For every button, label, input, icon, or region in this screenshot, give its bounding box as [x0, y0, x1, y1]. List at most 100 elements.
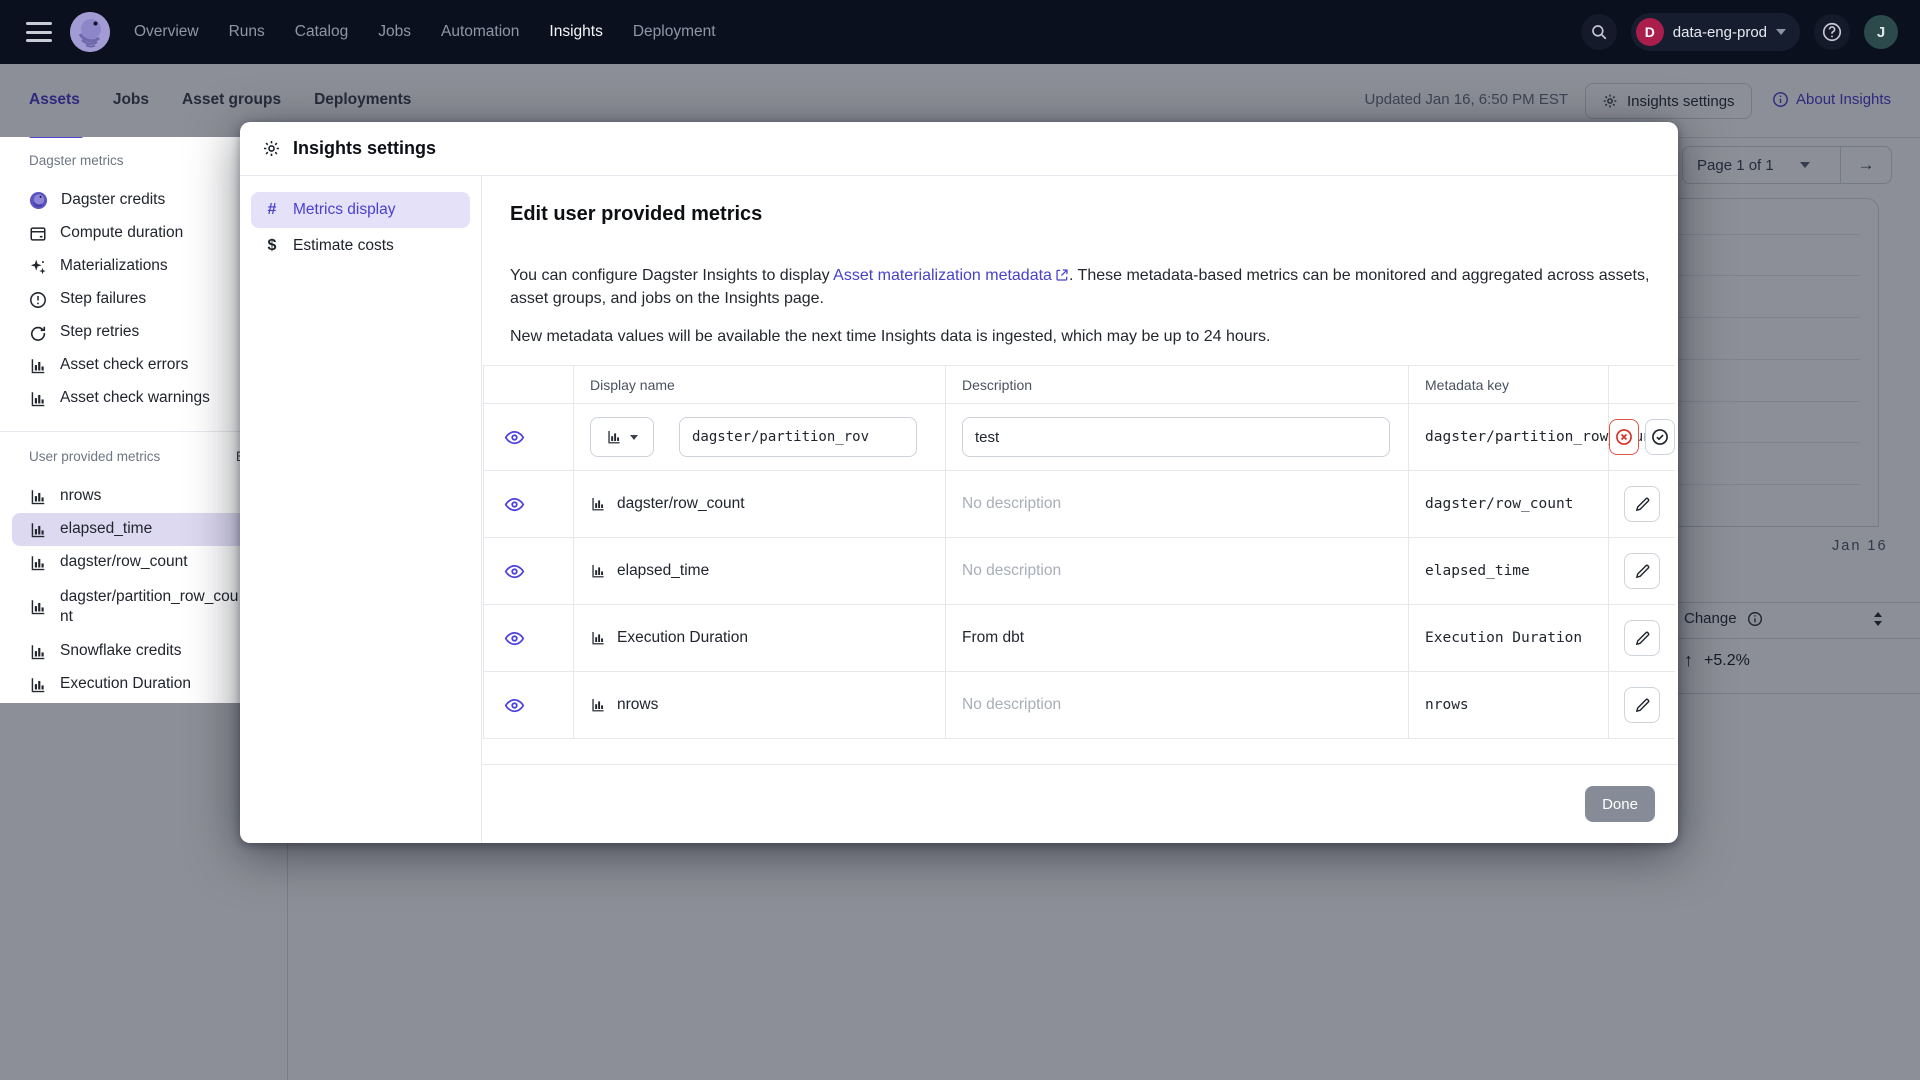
asset-materialization-metadata-link[interactable]: Asset materialization metadata — [833, 267, 1069, 284]
sidebar-section-title: Dagster metrics — [29, 153, 124, 168]
dagster-swirl-icon — [29, 191, 48, 210]
dialog-title: Insights settings — [293, 138, 437, 158]
table-cell-metadata-key: dagster/row_count — [1409, 471, 1609, 538]
table-cell-display-name: Execution Duration — [574, 605, 946, 672]
bar-chart-icon — [29, 488, 47, 506]
table-header-display-name: Display name — [574, 366, 946, 404]
note-paragraph: New metadata values will be available th… — [510, 328, 1271, 345]
table-cell-metadata-key: elapsed_time — [1409, 538, 1609, 605]
sparkles-icon — [29, 258, 47, 276]
table-header-visibility — [484, 366, 574, 404]
bar-chart-icon — [606, 429, 622, 445]
edit-row-button[interactable] — [1624, 553, 1660, 589]
menu-item-metrics-display[interactable]: # Metrics display — [251, 192, 470, 228]
eye-icon[interactable] — [504, 561, 525, 582]
bar-chart-icon — [29, 521, 47, 539]
bar-chart-icon — [29, 643, 47, 661]
display-name-text: dagster/row_count — [617, 495, 745, 512]
table-cell-description: No description — [946, 471, 1409, 538]
chevron-down-icon — [1776, 29, 1786, 35]
table-header-actions — [1609, 366, 1675, 404]
nav-item-automation[interactable]: Automation — [441, 23, 519, 41]
eye-icon[interactable] — [504, 427, 525, 448]
table-cell-actions — [1609, 471, 1675, 538]
eye-icon[interactable] — [504, 695, 525, 716]
edit-row-button[interactable] — [1624, 486, 1660, 522]
display-name-text: nrows — [617, 696, 659, 713]
nav-item-catalog[interactable]: Catalog — [295, 23, 348, 41]
metrics-table: Display name Description Metadata key da… — [483, 365, 1675, 739]
chevron-down-icon — [630, 434, 638, 440]
bar-chart-icon — [29, 390, 47, 408]
sidebar-section-title: User provided metrics Edit — [29, 448, 276, 464]
table-cell-actions — [1609, 672, 1675, 739]
bar-chart-icon — [590, 496, 606, 512]
sidebar-item-label: Materializations — [60, 257, 168, 275]
dialog-header: Insights settings — [240, 122, 1678, 176]
retry-icon — [29, 324, 47, 342]
table-row-visibility — [484, 672, 574, 739]
sidebar-item-label: Compute duration — [60, 224, 184, 242]
section-title-text: User provided metrics — [29, 448, 161, 464]
nav-item-insights[interactable]: Insights — [549, 23, 602, 41]
nav-right-cluster: D data-eng-prod J — [1580, 0, 1898, 64]
dialog-content: Edit user provided metrics You can confi… — [481, 176, 1678, 843]
nav-item-deployment[interactable]: Deployment — [633, 23, 716, 41]
bar-chart-icon — [29, 676, 47, 694]
window-icon — [29, 225, 47, 243]
intro-paragraph: You can configure Dagster Insights to di… — [510, 264, 1654, 310]
menu-item-estimate-costs[interactable]: $ Estimate costs — [251, 228, 470, 264]
eye-icon[interactable] — [504, 494, 525, 515]
hamburger-menu-icon[interactable] — [26, 22, 52, 42]
description-input[interactable] — [962, 417, 1390, 457]
sidebar-item-label: Asset check warnings — [60, 389, 210, 407]
bar-chart-icon — [29, 357, 47, 375]
table-cell-display-name: nrows — [574, 672, 946, 739]
edit-row-button[interactable] — [1624, 687, 1660, 723]
menu-item-label: Metrics display — [293, 201, 396, 218]
intro-text: You can configure Dagster Insights to di… — [510, 267, 834, 284]
dagster-logo[interactable] — [70, 12, 110, 52]
alert-circle-icon — [29, 291, 47, 309]
gear-icon — [262, 139, 281, 158]
insights-settings-dialog: Insights settings # Metrics display $ Es… — [240, 122, 1678, 843]
footer-divider — [481, 764, 1678, 765]
bar-chart-icon — [590, 563, 606, 579]
display-name-text: elapsed_time — [617, 562, 710, 579]
table-row-visibility — [484, 538, 574, 605]
nav-item-runs[interactable]: Runs — [229, 23, 265, 41]
content-heading: Edit user provided metrics — [510, 203, 763, 225]
table-cell-display-name: dagster/row_count — [574, 471, 946, 538]
display-name-input[interactable] — [679, 417, 917, 457]
sidebar-item-label: elapsed_time — [60, 520, 153, 538]
deployment-switcher[interactable]: D data-eng-prod — [1630, 13, 1800, 51]
table-row-visibility — [484, 471, 574, 538]
external-link-icon — [1055, 268, 1069, 282]
sidebar-item-label: Step failures — [60, 290, 147, 308]
dialog-menu: # Metrics display $ Estimate costs — [240, 176, 482, 843]
table-cell-display-name-edit — [574, 404, 946, 471]
done-button[interactable]: Done — [1585, 786, 1655, 822]
edit-row-button[interactable] — [1624, 620, 1660, 656]
table-cell-description: No description — [946, 538, 1409, 605]
help-button[interactable] — [1814, 14, 1850, 50]
table-cell-description: No description — [946, 672, 1409, 739]
deployment-name: data-eng-prod — [1672, 23, 1767, 41]
cancel-edit-button[interactable] — [1609, 419, 1639, 455]
user-avatar[interactable]: J — [1864, 15, 1898, 49]
menu-item-label: Estimate costs — [293, 237, 394, 254]
table-cell-description: From dbt — [946, 605, 1409, 672]
deployment-avatar: D — [1635, 18, 1664, 46]
search-button[interactable] — [1580, 14, 1617, 50]
sidebar-item-label: Dagster credits — [61, 191, 166, 209]
table-cell-actions — [1609, 605, 1675, 672]
confirm-edit-button[interactable] — [1645, 419, 1675, 455]
nav-item-jobs[interactable]: Jobs — [378, 23, 411, 41]
eye-icon[interactable] — [504, 628, 525, 649]
bar-chart-icon — [29, 554, 47, 572]
display-name-text: Execution Duration — [617, 629, 748, 646]
metric-icon-picker[interactable] — [590, 417, 654, 457]
nav-item-overview[interactable]: Overview — [134, 23, 199, 41]
insights-settings-screen: Assets Jobs Asset groups Deployments Upd… — [0, 0, 1920, 1080]
sidebar-item-label: Asset check errors — [60, 356, 189, 374]
